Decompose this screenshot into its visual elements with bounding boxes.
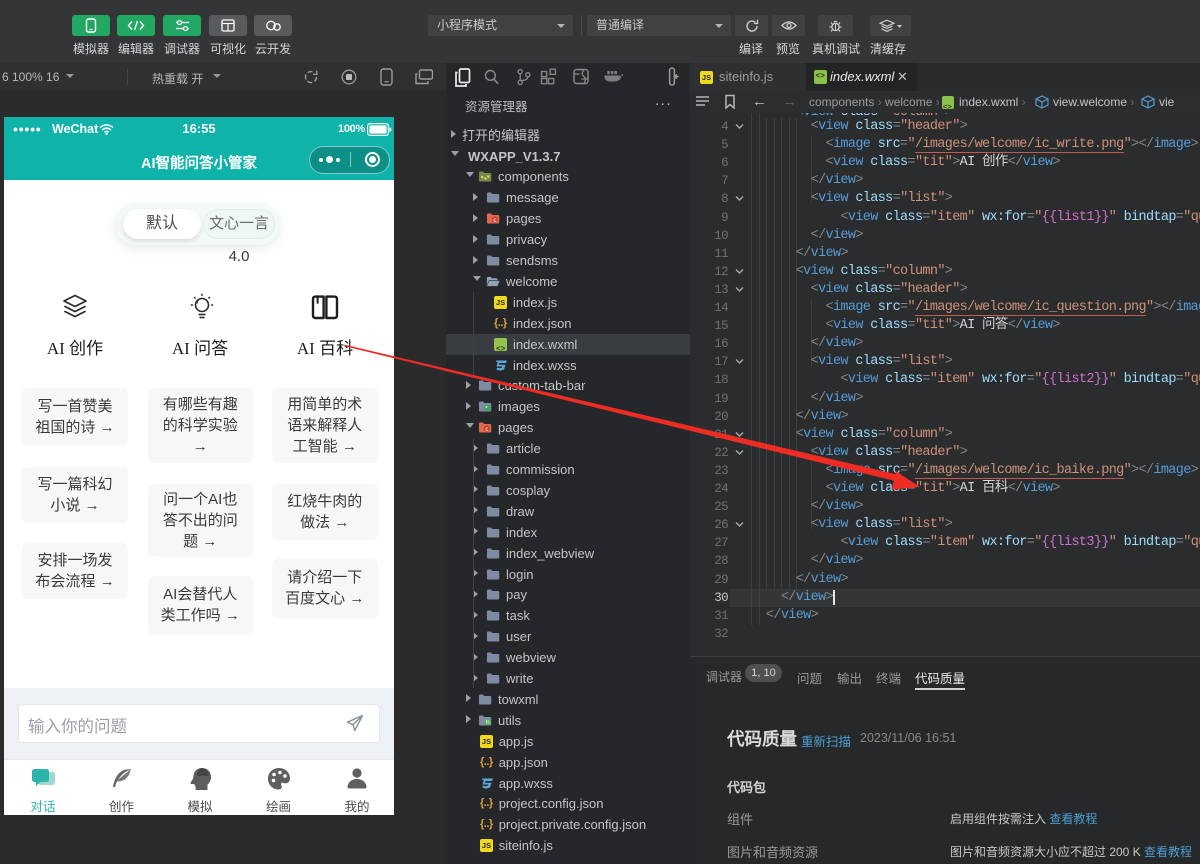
svg-text:ts: ts <box>486 719 490 725</box>
svg-text:c: c <box>485 427 488 433</box>
svg-text:c: c <box>493 218 496 224</box>
